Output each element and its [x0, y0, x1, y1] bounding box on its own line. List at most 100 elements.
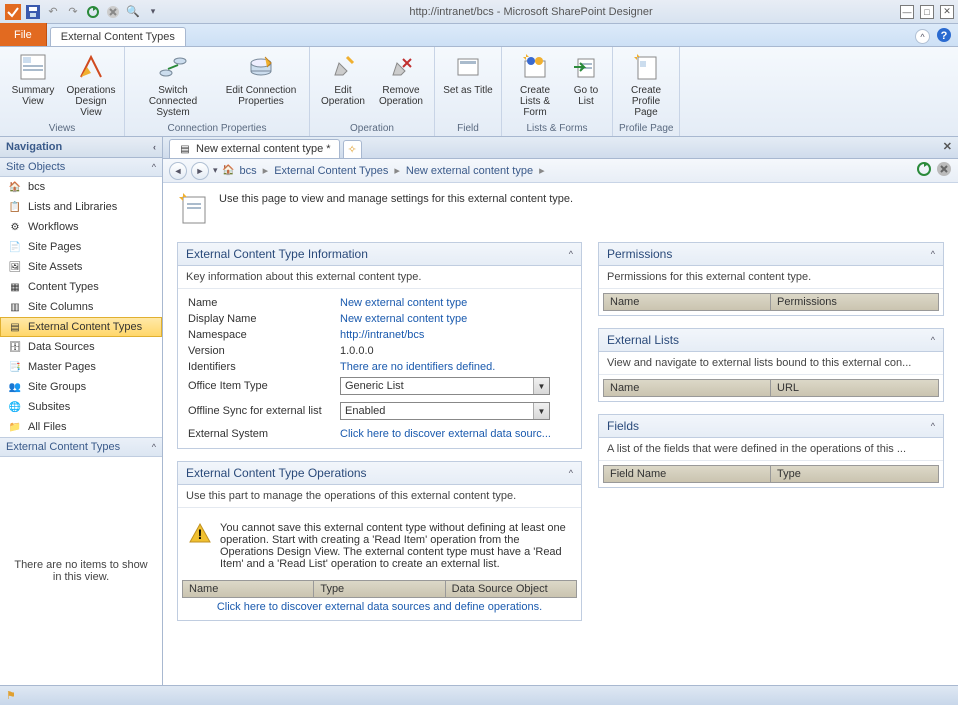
nav-item-external-content-types[interactable]: ▤External Content Types	[0, 317, 162, 337]
chevron-down-icon: ▼	[533, 403, 549, 419]
col-url[interactable]: URL	[771, 380, 938, 396]
nav-item-bcs[interactable]: 🏠bcs	[0, 177, 162, 197]
remove-operation-button[interactable]: Remove Operation	[374, 49, 428, 109]
content-type-icon: ▦	[8, 280, 22, 294]
breadcrumb-home[interactable]: bcs	[240, 165, 257, 177]
set-as-title-button[interactable]: Set as Title	[441, 49, 495, 98]
edit-connection-properties-button[interactable]: Edit Connection Properties	[219, 49, 303, 109]
nav-item-workflows[interactable]: ⚙Workflows	[0, 217, 162, 237]
stop-icon[interactable]	[936, 161, 952, 180]
col-data-source[interactable]: Data Source Object	[446, 581, 576, 597]
qat-dropdown-icon[interactable]: ▾	[144, 3, 162, 21]
close-button[interactable]: ✕	[940, 5, 954, 19]
operations-panel-header[interactable]: External Content Type Operations^	[178, 462, 581, 485]
file-tab[interactable]: File	[0, 23, 47, 46]
col-name[interactable]: Name	[604, 380, 771, 396]
stop-icon[interactable]	[104, 3, 122, 21]
fields-panel-header[interactable]: Fields^	[599, 415, 943, 438]
edit-operation-button[interactable]: Edit Operation	[316, 49, 370, 109]
nav-item-master-pages[interactable]: 📑Master Pages	[0, 357, 162, 377]
document-tab[interactable]: ▤New external content type *	[169, 139, 340, 158]
display-name-label: Display Name	[188, 313, 340, 325]
create-profile-page-button[interactable]: Create Profile Page	[619, 49, 673, 120]
col-type[interactable]: Type	[771, 466, 938, 482]
maximize-button[interactable]: □	[920, 5, 934, 19]
version-label: Version	[188, 345, 340, 357]
save-icon[interactable]	[24, 3, 42, 21]
nav-item-content-types[interactable]: ▦Content Types	[0, 277, 162, 297]
operations-panel-desc: Use this part to manage the operations o…	[178, 485, 581, 508]
operations-design-view-button[interactable]: Operations Design View	[64, 49, 118, 120]
undo-icon[interactable]: ↶	[44, 3, 62, 21]
col-permissions[interactable]: Permissions	[771, 294, 938, 310]
chevron-up-icon: ^	[152, 442, 156, 452]
permissions-panel-header[interactable]: Permissions^	[599, 243, 943, 266]
history-dropdown-icon[interactable]: ▾	[213, 165, 218, 176]
navigation-pane: Navigation‹ Site Objects^ 🏠bcs 📋Lists an…	[0, 137, 163, 685]
site-objects-header[interactable]: Site Objects^	[0, 158, 162, 177]
nav-item-site-pages[interactable]: 📄Site Pages	[0, 237, 162, 257]
external-lists-panel-desc: View and navigate to external lists boun…	[599, 352, 943, 375]
identifiers-value[interactable]: There are no identifiers defined.	[340, 361, 571, 373]
tab-external-content-types[interactable]: External Content Types	[50, 27, 186, 46]
minimize-ribbon-icon[interactable]: ^	[915, 29, 930, 44]
warning-text: You cannot save this external content ty…	[220, 522, 571, 570]
discover-link[interactable]: Click here to discover external data sou…	[182, 598, 577, 616]
chevron-down-icon: ▼	[533, 378, 549, 394]
office-item-type-select[interactable]: Generic List▼	[340, 377, 550, 395]
external-lists-panel-header[interactable]: External Lists^	[599, 329, 943, 352]
create-lists-form-button[interactable]: Create Lists & Form	[508, 49, 562, 120]
redo-icon[interactable]: ↷	[64, 3, 82, 21]
chevron-up-icon: ^	[152, 162, 156, 172]
back-button[interactable]: ◄	[169, 162, 187, 180]
chevron-up-icon: ^	[569, 468, 573, 478]
nav-item-subsites[interactable]: 🌐Subsites	[0, 397, 162, 417]
nav-ect-section-header[interactable]: External Content Types^	[0, 437, 162, 457]
close-tab-button[interactable]: ✕	[943, 140, 952, 153]
forward-button[interactable]: ►	[191, 162, 209, 180]
minimize-button[interactable]: —	[900, 5, 914, 19]
col-name[interactable]: Name	[183, 581, 314, 597]
zoom-icon[interactable]: 🔍	[124, 3, 142, 21]
go-to-list-button[interactable]: Go to List	[566, 49, 606, 109]
chevron-up-icon: ^	[569, 249, 573, 259]
nav-item-site-columns[interactable]: ▥Site Columns	[0, 297, 162, 317]
help-icon[interactable]: ?	[936, 27, 952, 46]
navigation-header[interactable]: Navigation‹	[0, 137, 162, 158]
app-icon[interactable]	[4, 3, 22, 21]
name-value[interactable]: New external content type	[340, 297, 571, 309]
chevron-up-icon: ^	[931, 249, 935, 259]
doc-icon: ▤	[178, 142, 192, 156]
refresh-icon[interactable]	[916, 161, 932, 180]
breadcrumb-ect[interactable]: External Content Types	[274, 165, 388, 177]
fields-grid-header: Field Name Type	[603, 465, 939, 483]
info-panel: External Content Type Information^ Key i…	[177, 242, 582, 449]
offline-sync-select[interactable]: Enabled▼	[340, 402, 550, 420]
chevron-up-icon: ^	[931, 421, 935, 431]
switch-connected-system-button[interactable]: Switch Connected System	[131, 49, 215, 120]
nav-item-site-groups[interactable]: 👥Site Groups	[0, 377, 162, 397]
nav-item-all-files[interactable]: 📁All Files	[0, 417, 162, 437]
col-type[interactable]: Type	[314, 581, 445, 597]
database-icon: 🗄	[8, 340, 22, 354]
operations-panel: External Content Type Operations^ Use th…	[177, 461, 582, 621]
namespace-value[interactable]: http://intranet/bcs	[340, 329, 571, 341]
col-name[interactable]: Name	[604, 294, 771, 310]
warning-box: ! You cannot save this external content …	[182, 516, 577, 576]
breadcrumb-current[interactable]: New external content type	[406, 165, 533, 177]
nav-item-lists[interactable]: 📋Lists and Libraries	[0, 197, 162, 217]
ribbon: Summary View Operations Design View View…	[0, 47, 958, 137]
home-icon[interactable]: 🏠	[222, 164, 236, 178]
external-system-link[interactable]: Click here to discover external data sou…	[340, 428, 571, 440]
new-tab-button[interactable]: ✧	[343, 140, 362, 158]
collapse-icon[interactable]: ‹	[153, 142, 156, 152]
info-panel-header[interactable]: External Content Type Information^	[178, 243, 581, 266]
refresh-icon[interactable]	[84, 3, 102, 21]
summary-view-button[interactable]: Summary View	[6, 49, 60, 109]
window-title: http://intranet/bcs - Microsoft SharePoi…	[162, 6, 900, 18]
nav-item-data-sources[interactable]: 🗄Data Sources	[0, 337, 162, 357]
nav-item-site-assets[interactable]: 🖼Site Assets	[0, 257, 162, 277]
main-area: Navigation‹ Site Objects^ 🏠bcs 📋Lists an…	[0, 137, 958, 685]
display-name-value[interactable]: New external content type	[340, 313, 571, 325]
col-field-name[interactable]: Field Name	[604, 466, 771, 482]
